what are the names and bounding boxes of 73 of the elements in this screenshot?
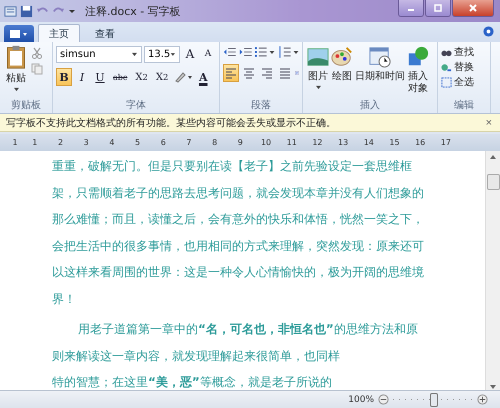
shrink-font-button[interactable]: A	[200, 45, 216, 63]
font-style-button[interactable]: abc	[110, 68, 130, 86]
font-family-field[interactable]: simsun	[56, 46, 142, 62]
font-size-field[interactable]: 13.5	[144, 46, 180, 62]
line-spacing-icon[interactable]	[278, 45, 299, 59]
paste-button[interactable]: 粘贴	[3, 45, 29, 99]
document-icon	[9, 28, 29, 38]
caret-icon	[314, 85, 322, 90]
scroll-up-icon[interactable]	[489, 154, 497, 160]
text-line: 则来解读这一章内容，就发现理解起来很简单，也同样	[52, 348, 341, 364]
group-label: 编辑	[453, 99, 475, 112]
font-style-button[interactable]: B	[56, 68, 72, 86]
align-justify-icon	[279, 67, 291, 79]
group-label: 剪贴板	[10, 99, 42, 112]
grow-font-button[interactable]: A	[182, 45, 198, 63]
align-left-icon	[225, 67, 237, 79]
caret-icon	[12, 87, 20, 92]
minimize-button[interactable]	[398, 0, 424, 17]
insert-button[interactable]: 插入对象	[406, 45, 430, 99]
insert-button[interactable]: 图片	[306, 45, 330, 99]
text-line: 界！	[52, 290, 77, 308]
highlighter-icon[interactable]	[173, 70, 194, 84]
ruler: 1 1 2 3 4 5 6 7 8 9 10 11 12 13 14 15 16 17	[0, 134, 500, 151]
insert-button[interactable]: 绘图	[330, 45, 354, 99]
clipboard-icon	[5, 45, 27, 69]
maximize-button[interactable]	[425, 0, 451, 17]
info-message: 写字板不支持此文档格式的所有功能。某些内容可能会丢失或显示不正确。	[6, 116, 336, 130]
app-menu-button[interactable]	[4, 25, 34, 42]
group-label: 插入	[359, 99, 381, 112]
align-button[interactable]	[223, 64, 239, 82]
edit-button[interactable]: 查找	[441, 45, 487, 59]
font-style-button[interactable]: U	[92, 68, 108, 86]
group-label: 字体	[125, 99, 147, 112]
bullet-list-icon[interactable]	[254, 45, 276, 59]
scrollbar-thumb[interactable]	[486, 174, 500, 190]
decrease-indent-icon[interactable]	[223, 45, 237, 59]
edit-button[interactable]: 全选	[441, 75, 487, 89]
window-title: 注释.docx - 写字板	[85, 4, 181, 18]
close-button[interactable]	[452, 0, 494, 17]
text-line: 特的智慧；在这里“美，恶”等概念，就是老子所说的	[52, 374, 333, 390]
text-line: 那么难懂；而且，读懂之后，会有意外的快乐和体悟，恍然一笑之下，	[52, 211, 425, 228]
replace-icon	[441, 62, 452, 72]
ribbon-tab[interactable]: 查看	[84, 24, 126, 42]
increase-indent-icon[interactable]	[238, 45, 252, 59]
font-color-button[interactable]: A	[195, 68, 212, 86]
text-line: 用老子道篇第一章中的“名，可名也，非恒名也”的思维方法和原	[77, 321, 419, 338]
caret-icon	[131, 52, 138, 56]
text-line: 重重，破解无门。但是只要别在读【老子】之前先验设定一套思维框	[52, 158, 413, 175]
text-line: 架，只需顺着老子的思路去思考问题，就会发现本章并没有人们想象的	[52, 184, 425, 202]
align-center-icon	[243, 67, 255, 79]
zoom-level: 100%	[348, 394, 374, 404]
caret-icon	[170, 52, 176, 56]
app-icon	[4, 4, 17, 18]
scissors-icon[interactable]	[31, 47, 43, 59]
help-icon[interactable]	[483, 26, 494, 37]
zoom-out-icon[interactable]	[378, 394, 389, 405]
vertical-scrollbar[interactable]	[485, 151, 500, 390]
dropdown-icon[interactable]	[68, 7, 76, 15]
maximize-icon	[433, 4, 443, 12]
text-line: 会把生活中的很多事情，也用相同的方式来理解，突然发现：原来还可	[52, 238, 425, 254]
insert-button[interactable]: 日期和时间	[354, 45, 406, 99]
text-line: 以这样来看周围的世界：这是一种令人心情愉快的，极为开阔的思维境	[52, 264, 425, 281]
font-style-button[interactable]: I	[74, 68, 90, 86]
group-label: 段落	[250, 99, 272, 112]
close-button[interactable]: ×	[484, 116, 494, 128]
calendar-clock-icon	[369, 45, 391, 69]
select-all-icon	[441, 76, 452, 88]
save-icon[interactable]	[20, 4, 33, 18]
align-right-icon	[261, 67, 273, 79]
close-icon	[468, 4, 478, 12]
ribbon-tab[interactable]: 主页	[38, 24, 80, 42]
zoom-in-icon[interactable]	[477, 394, 488, 405]
edit-button[interactable]: 替换	[441, 60, 487, 74]
